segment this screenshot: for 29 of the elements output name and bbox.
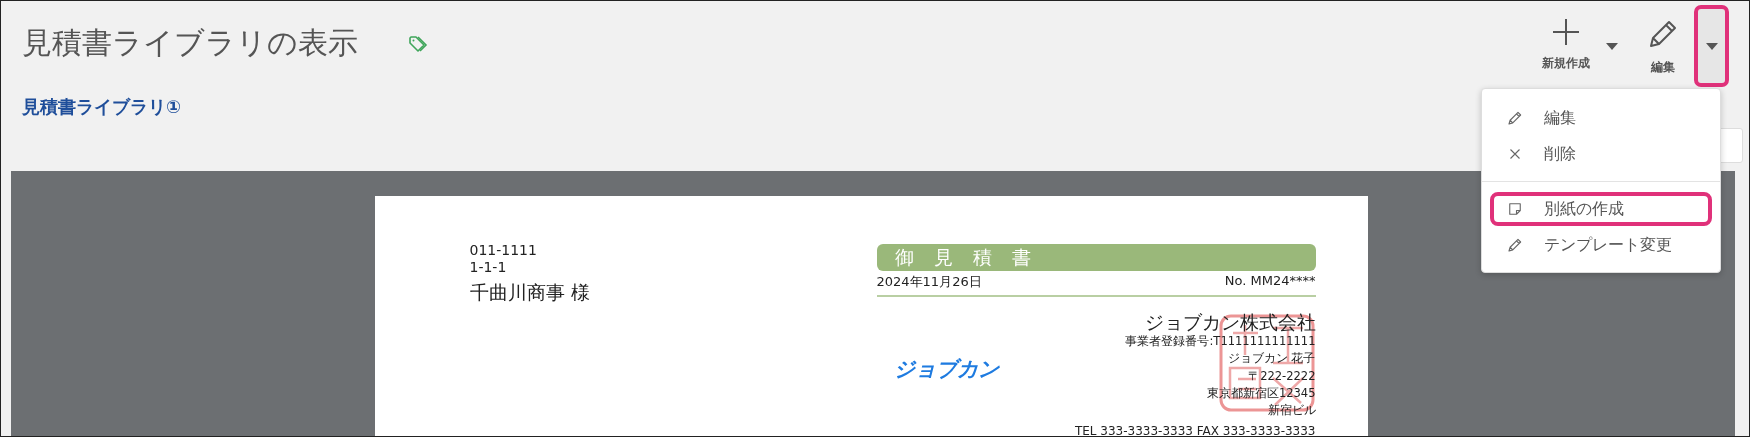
menu-item[interactable]: 削除 — [1490, 137, 1712, 171]
caret-icon — [1606, 43, 1618, 50]
company-name: ジョブカン株式会社 — [1143, 311, 1316, 333]
caret-icon — [1705, 42, 1718, 50]
address-text: 1-1-1 — [469, 259, 508, 276]
edit-button[interactable]: 編集 — [1640, 9, 1686, 76]
postal-code: 011-1111 — [469, 242, 538, 259]
new-button[interactable]: 新規作成 — [1536, 9, 1596, 72]
document-title: 御見積書 — [876, 244, 1316, 271]
plus-icon — [1551, 17, 1581, 47]
building-name: 新宿ビル — [1266, 402, 1316, 419]
menu-item[interactable]: 編集 — [1490, 101, 1712, 135]
document-number: No. MM24**** — [1224, 273, 1316, 290]
page-title: 見積書ライブラリの表示 — [22, 24, 358, 62]
tag-icon — [408, 35, 430, 55]
menu-item[interactable]: テンプレート変更 — [1490, 228, 1712, 262]
note-icon — [1506, 200, 1524, 218]
menu-item[interactable]: 別紙の作成 — [1490, 192, 1712, 226]
contact-text: TEL 333-3333-3333 FAX 333-3333-3333 — [1074, 423, 1316, 436]
pencil-icon — [1506, 109, 1524, 127]
pencil-icon — [1506, 236, 1524, 254]
document-date: 2024年11月26日 — [876, 273, 982, 291]
breadcrumb-link[interactable]: 見積書ライブラリ① — [22, 95, 182, 119]
postal-code: 〒222-2222 — [1247, 368, 1316, 385]
registration-number: 事業者登録番号:T1111111111111 — [1124, 333, 1316, 350]
address-text: 東京都新宿区12345 — [1205, 385, 1316, 402]
person-name: ジョブカン 花子 — [1226, 350, 1316, 367]
company-logo: ジョブカン — [893, 355, 999, 383]
recipient-name: 千曲川商事 様 — [469, 280, 591, 305]
